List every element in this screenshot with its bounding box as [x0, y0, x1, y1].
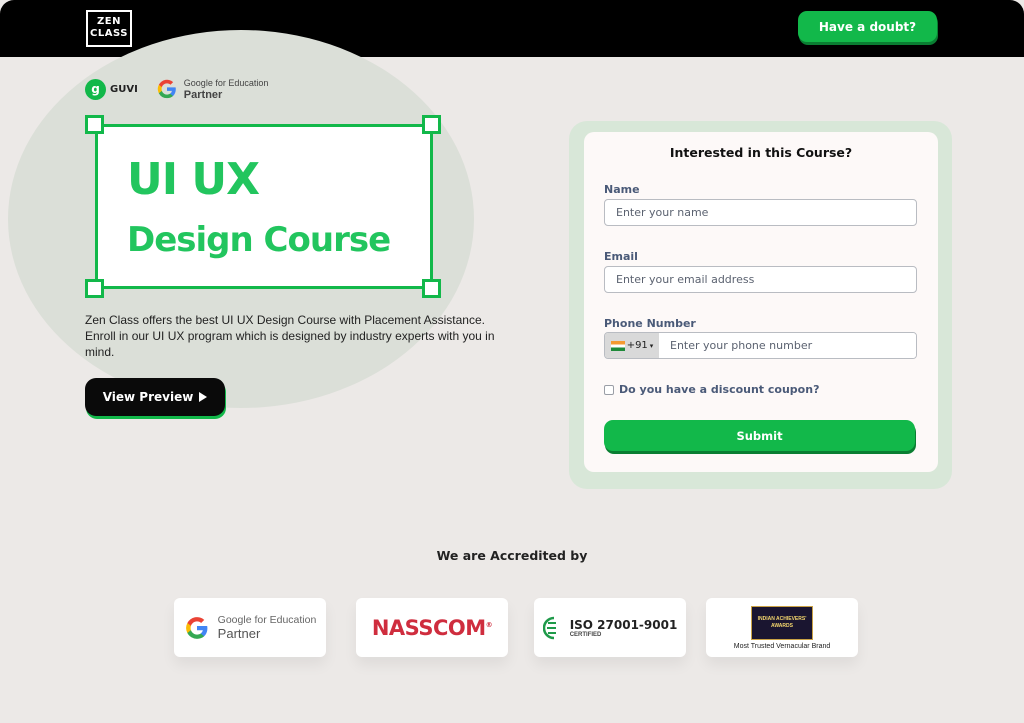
phone-label: Phone Number [604, 317, 696, 330]
iso-title: ISO 27001-9001 [569, 617, 678, 632]
logo-line1: ZEN [97, 16, 121, 27]
have-a-doubt-button[interactable]: Have a doubt? [798, 11, 937, 42]
email-input[interactable] [604, 266, 917, 293]
frame-handle-bottom-right [422, 279, 441, 298]
form-title: Interested in this Course? [669, 145, 853, 160]
name-label: Name [604, 183, 640, 196]
view-preview-button[interactable]: View Preview [85, 378, 225, 416]
discount-coupon-option[interactable]: Do you have a discount coupon? [604, 383, 819, 396]
view-preview-label: View Preview [102, 390, 194, 404]
acc-google-line2: Partner [217, 626, 261, 641]
guvi-icon: g [85, 78, 106, 100]
award-caption: Most Trusted Vernacular Brand [733, 642, 831, 650]
registered-mark: ® [485, 620, 493, 629]
phone-field: +91 ▾ [604, 332, 917, 359]
partner-logos: g GUVI Google for Education Partner [85, 77, 268, 101]
email-label: Email [604, 250, 638, 263]
acc-google-line1: Google for Education [217, 614, 317, 626]
submit-button[interactable]: Submit [604, 420, 915, 451]
play-icon [199, 392, 208, 402]
hero-title-line2: Design Course [127, 220, 391, 260]
accreditation-award: INDIAN ACHIEVERS' AWARDS Most Trusted Ve… [706, 598, 858, 657]
zen-class-logo[interactable]: ZEN CLASS [86, 10, 132, 47]
chevron-down-icon: ▾ [649, 341, 654, 350]
award-badge-line2: AWARDS [771, 622, 793, 629]
google-education-partner-logo: Google for Education Partner [156, 77, 269, 101]
coupon-label: Do you have a discount coupon? [619, 383, 820, 396]
hero-title-line1: UI UX [127, 154, 260, 205]
india-flag-icon [610, 340, 625, 351]
accreditation-google: Google for Education Partner [174, 598, 326, 657]
accreditation-nasscom: NASSCOM® [356, 598, 508, 657]
award-badge-line1: INDIAN ACHIEVERS' [757, 615, 807, 622]
frame-handle-top-left [85, 115, 104, 134]
award-badge-image: INDIAN ACHIEVERS' AWARDS [751, 605, 813, 640]
logo-line2: CLASS [90, 28, 128, 39]
hero-title-frame [95, 124, 433, 289]
google-g-icon [157, 79, 176, 99]
nasscom-wordmark: NASSCOM [371, 615, 486, 640]
accreditation-heading: We are Accredited by [436, 548, 588, 563]
country-code-value: +91 [626, 340, 648, 351]
iso-subtitle: CERTIFIED [569, 631, 602, 638]
google-partner-line1: Google for Education [183, 78, 269, 88]
google-partner-line2: Partner [183, 89, 223, 101]
google-g-icon [185, 616, 208, 639]
frame-handle-top-right [422, 115, 441, 134]
country-code-select[interactable]: +91 ▾ [605, 333, 659, 358]
coupon-checkbox[interactable] [604, 384, 614, 395]
course-description: Zen Class offers the best UI UX Design C… [85, 313, 495, 359]
name-input[interactable] [604, 199, 917, 226]
nasscom-logo: NASSCOM® [371, 615, 493, 640]
accreditation-iso: ISO 27001-9001 CERTIFIED [534, 598, 686, 657]
phone-input[interactable] [659, 333, 916, 358]
frame-handle-bottom-left [85, 279, 104, 298]
guvi-label: GUVI [110, 83, 138, 95]
globe-icon [542, 616, 556, 639]
guvi-logo: g GUVI [85, 78, 138, 100]
